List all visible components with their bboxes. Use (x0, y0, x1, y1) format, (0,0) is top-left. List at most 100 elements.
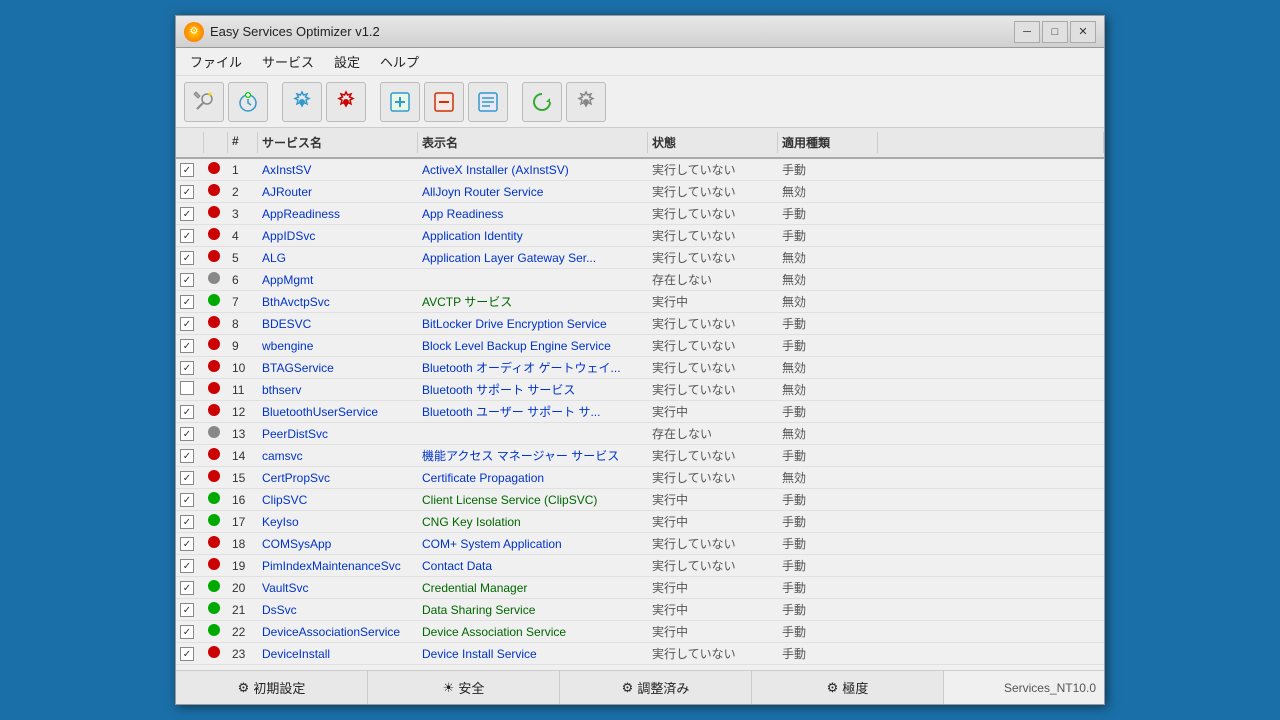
close-button[interactable]: ✕ (1070, 21, 1096, 43)
row-num: 2 (228, 184, 258, 200)
row-type: 手動 (778, 336, 878, 355)
col-service: サービス名 (258, 132, 418, 153)
col-num: # (228, 132, 258, 153)
row-checkbox[interactable] (176, 535, 204, 553)
menu-help[interactable]: ヘルプ (370, 48, 429, 75)
menu-file[interactable]: ファイル (180, 48, 252, 75)
row-checkbox[interactable] (176, 293, 204, 311)
row-checkbox[interactable] (176, 601, 204, 619)
table-row[interactable]: 16 ClipSVC Client License Service (ClipS… (176, 489, 1104, 511)
row-type: 無効 (778, 292, 878, 311)
row-type: 無効 (778, 270, 878, 289)
table-row[interactable]: 19 PimIndexMaintenanceSvc Contact Data 実… (176, 555, 1104, 577)
row-checkbox[interactable] (176, 403, 204, 421)
row-checkbox[interactable] (176, 380, 204, 399)
row-dot (204, 601, 228, 618)
adjusted-button[interactable]: ⚙ 調整済み (560, 671, 752, 704)
row-checkbox[interactable] (176, 425, 204, 443)
row-status: 実行していない (648, 226, 778, 245)
row-display: Device Association Service (418, 624, 648, 640)
remove-button[interactable] (424, 82, 464, 122)
row-checkbox[interactable] (176, 491, 204, 509)
row-service: BthAvctpSvc (258, 294, 418, 310)
row-service: wbengine (258, 338, 418, 354)
row-num: 1 (228, 162, 258, 178)
row-extra (878, 367, 1104, 369)
menu-service[interactable]: サービス (252, 48, 324, 75)
table-row[interactable]: 22 DeviceAssociationService Device Assoc… (176, 621, 1104, 643)
row-num: 17 (228, 514, 258, 530)
row-display: CNG Key Isolation (418, 514, 648, 530)
table-row[interactable]: 17 KeyIso CNG Key Isolation 実行中 手動 (176, 511, 1104, 533)
row-checkbox[interactable] (176, 183, 204, 201)
add-button[interactable] (380, 82, 420, 122)
row-checkbox[interactable] (176, 557, 204, 575)
maximize-button[interactable]: □ (1042, 21, 1068, 43)
gear-button[interactable] (566, 82, 606, 122)
row-type: 手動 (778, 556, 878, 575)
row-num: 4 (228, 228, 258, 244)
row-num: 16 (228, 492, 258, 508)
table-row[interactable]: 6 AppMgmt 存在しない 無効 (176, 269, 1104, 291)
row-display (418, 279, 648, 281)
row-checkbox[interactable] (176, 623, 204, 641)
settings-red-button[interactable] (326, 82, 366, 122)
table-row[interactable]: 15 CertPropSvc Certificate Propagation 実… (176, 467, 1104, 489)
table-row[interactable]: 8 BDESVC BitLocker Drive Encryption Serv… (176, 313, 1104, 335)
row-display: Bluetooth ユーザー サポート サ... (418, 402, 648, 421)
row-checkbox[interactable] (176, 469, 204, 487)
table-row[interactable]: 7 BthAvctpSvc AVCTP サービス 実行中 無効 (176, 291, 1104, 313)
table-row[interactable]: 10 BTAGService Bluetooth オーディオ ゲートウェイ...… (176, 357, 1104, 379)
table-row[interactable]: 2 AJRouter AllJoyn Router Service 実行していな… (176, 181, 1104, 203)
row-checkbox[interactable] (176, 447, 204, 465)
row-checkbox[interactable] (176, 227, 204, 245)
table-row[interactable]: 13 PeerDistSvc 存在しない 無効 (176, 423, 1104, 445)
row-checkbox[interactable] (176, 315, 204, 333)
table-row[interactable]: 18 COMSysApp COM+ System Application 実行し… (176, 533, 1104, 555)
table-row[interactable]: 3 AppReadiness App Readiness 実行していない 手動 (176, 203, 1104, 225)
row-dot (204, 491, 228, 508)
row-checkbox[interactable] (176, 579, 204, 597)
row-checkbox[interactable] (176, 645, 204, 663)
menu-settings[interactable]: 設定 (324, 48, 370, 75)
row-dot (204, 315, 228, 332)
table-row[interactable]: 4 AppIDSvc Application Identity 実行していない … (176, 225, 1104, 247)
row-service: AppMgmt (258, 272, 418, 288)
minimize-button[interactable]: ─ (1014, 21, 1040, 43)
row-service: COMSysApp (258, 536, 418, 552)
table-row[interactable]: 23 DeviceInstall Device Install Service … (176, 643, 1104, 665)
row-checkbox[interactable] (176, 337, 204, 355)
row-service: VaultSvc (258, 580, 418, 596)
row-service: BluetoothUserService (258, 404, 418, 420)
table-row[interactable]: 5 ALG Application Layer Gateway Ser... 実… (176, 247, 1104, 269)
clock-button[interactable] (228, 82, 268, 122)
table-row[interactable]: 9 wbengine Block Level Backup Engine Ser… (176, 335, 1104, 357)
row-checkbox[interactable] (176, 271, 204, 289)
table-row[interactable]: 11 bthserv Bluetooth サポート サービス 実行していない 無… (176, 379, 1104, 401)
row-dot (204, 381, 228, 398)
row-service: bthserv (258, 382, 418, 398)
status-info: Services_NT10.0 (944, 671, 1104, 704)
row-dot (204, 293, 228, 310)
initial-settings-button[interactable]: ⚙ 初期設定 (176, 671, 368, 704)
row-checkbox[interactable] (176, 249, 204, 267)
safe-button[interactable]: ☀ 安全 (368, 671, 560, 704)
wrench-star-button[interactable] (184, 82, 224, 122)
refresh-button[interactable] (522, 82, 562, 122)
row-checkbox[interactable] (176, 205, 204, 223)
table-row[interactable]: 12 BluetoothUserService Bluetooth ユーザー サ… (176, 401, 1104, 423)
row-checkbox[interactable] (176, 359, 204, 377)
table-row[interactable]: 1 AxInstSV ActiveX Installer (AxInstSV) … (176, 159, 1104, 181)
table-row[interactable]: 14 camsvc 機能アクセス マネージャー サービス 実行していない 手動 (176, 445, 1104, 467)
table-row[interactable]: 20 VaultSvc Credential Manager 実行中 手動 (176, 577, 1104, 599)
row-extra (878, 345, 1104, 347)
row-checkbox[interactable] (176, 161, 204, 179)
row-extra (878, 521, 1104, 523)
row-checkbox[interactable] (176, 513, 204, 531)
list-button[interactable] (468, 82, 508, 122)
table-row[interactable]: 21 DsSvc Data Sharing Service 実行中 手動 (176, 599, 1104, 621)
extreme-button[interactable]: ⚙ 極度 (752, 671, 944, 704)
settings-button[interactable] (282, 82, 322, 122)
row-num: 5 (228, 250, 258, 266)
row-num: 12 (228, 404, 258, 420)
